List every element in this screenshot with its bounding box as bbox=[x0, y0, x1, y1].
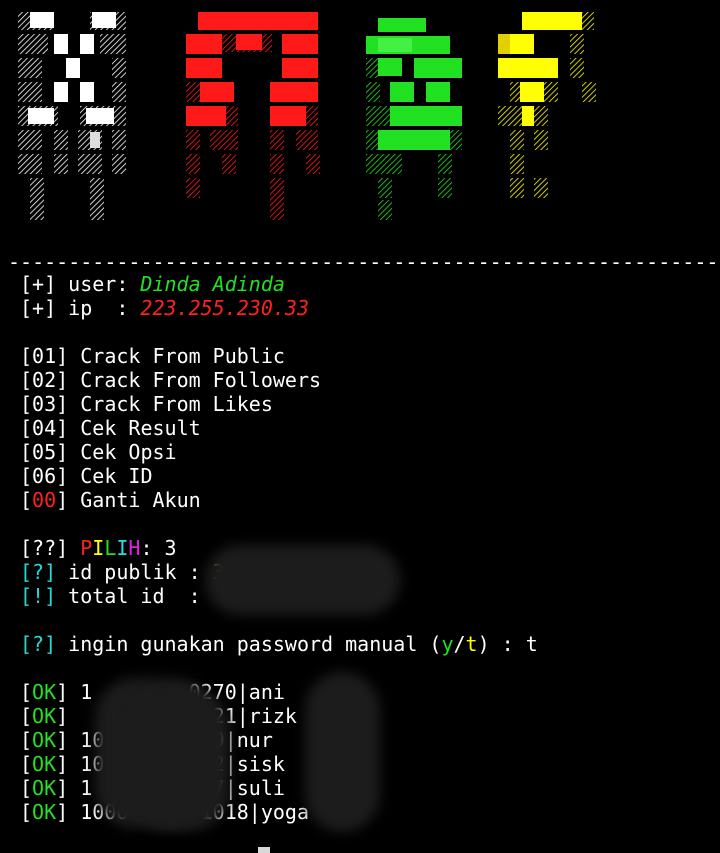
pilih-letter: L bbox=[104, 536, 117, 560]
menu-item-05: [05] Cek Opsi bbox=[20, 440, 177, 464]
mbf-banner-logo bbox=[18, 12, 596, 220]
menu-item-02: [02] Crack From Followers bbox=[20, 368, 322, 392]
terminal-output: [+] user: Dinda Adinda [+] ip : 223.255.… bbox=[20, 0, 538, 824]
password-prompt: [?] ingin gunakan password manual (y/t) … bbox=[20, 632, 538, 656]
menu-item-01: [01] Crack From Public bbox=[20, 344, 285, 368]
letter-b-green bbox=[366, 18, 462, 220]
pilih-letter: H bbox=[128, 536, 141, 560]
user-line: [+] user: Dinda Adinda bbox=[20, 272, 285, 296]
terminal-cursor bbox=[258, 847, 270, 853]
menu-item-00: [00] Ganti Akun bbox=[20, 488, 201, 512]
letter-f-yellow bbox=[498, 12, 596, 198]
menu-item-06: [06] Cek ID bbox=[20, 464, 153, 488]
pilih-label: PILIH bbox=[80, 536, 140, 560]
letter-m-red bbox=[186, 12, 320, 220]
pilih-letter: I bbox=[92, 536, 105, 560]
redaction-smudge bbox=[205, 545, 400, 615]
ip-address: 223.255.230.33 bbox=[140, 296, 309, 320]
total-id-line: [!] total id : bbox=[20, 584, 201, 608]
menu-item-04: [04] Cek Result bbox=[20, 416, 201, 440]
redaction-smudge bbox=[130, 690, 230, 830]
ip-line: [+] ip : 223.255.230.33 bbox=[20, 296, 309, 320]
pilih-prompt: [??] PILIH: 3 bbox=[20, 536, 177, 560]
pilih-letter: I bbox=[116, 536, 129, 560]
menu-item-03: [03] Crack From Likes bbox=[20, 392, 273, 416]
user-name: Dinda Adinda bbox=[140, 272, 285, 296]
redaction-smudge bbox=[305, 672, 380, 832]
pilih-letter: P bbox=[80, 536, 93, 560]
separator-line: ----------------------------------------… bbox=[8, 250, 720, 274]
